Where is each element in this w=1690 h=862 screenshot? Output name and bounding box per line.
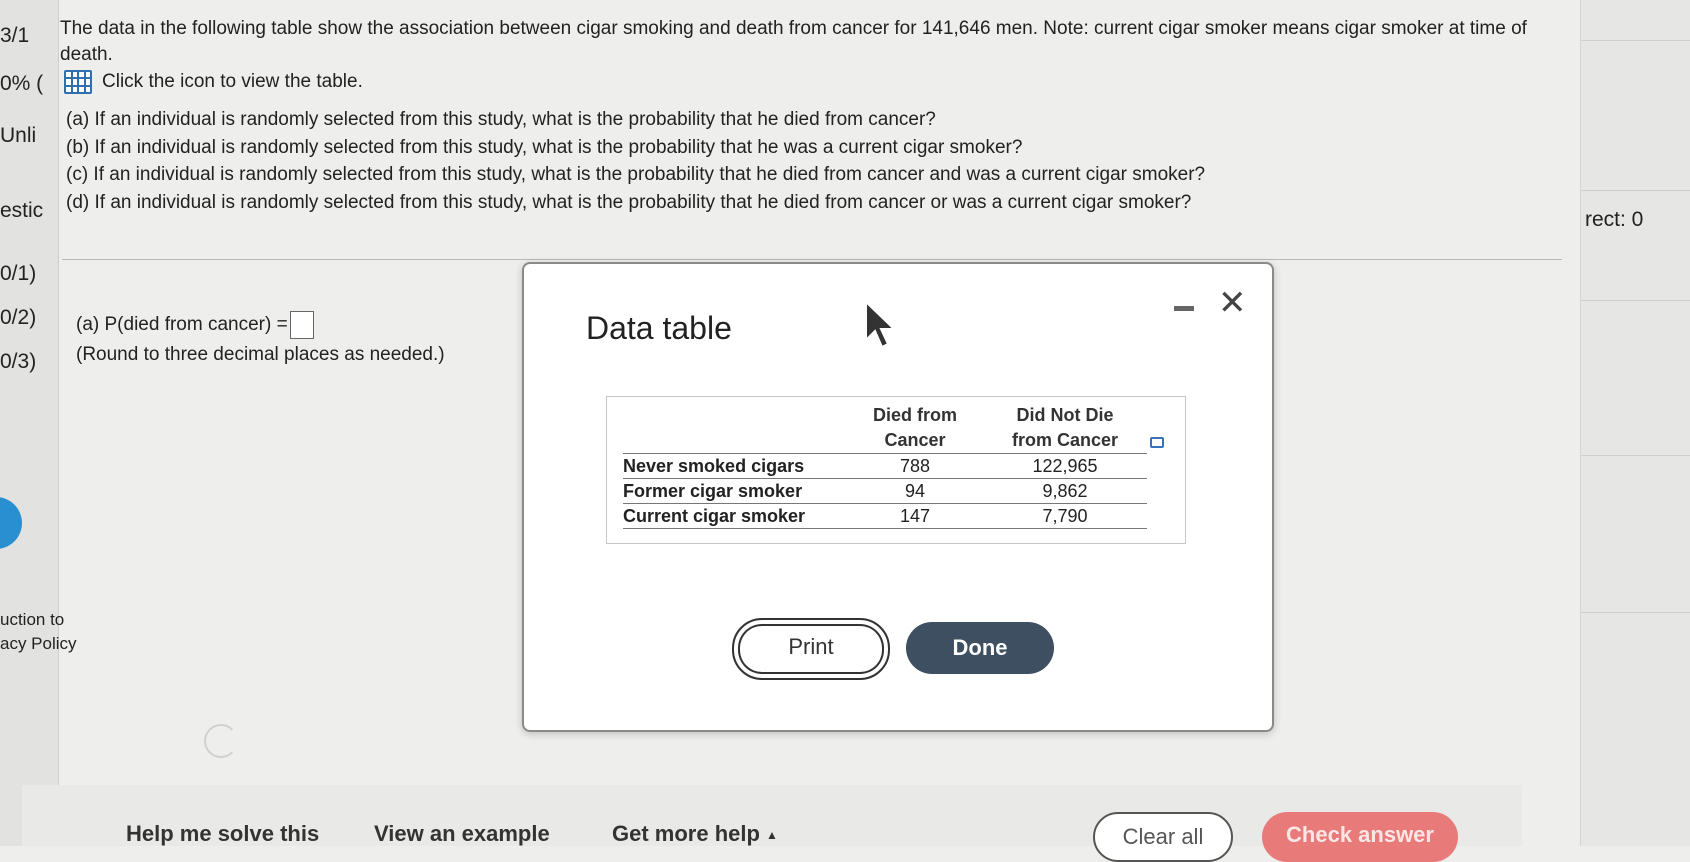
table-cell: 9,862 <box>983 478 1147 504</box>
column-header-line: Died from <box>872 405 957 425</box>
table-cell: 94 <box>847 478 983 504</box>
table-row: Never smoked cigars 788 122,965 <box>623 453 1147 479</box>
question-a: (a) If an individual is randomly selecte… <box>66 109 936 130</box>
row-label: Former cigar smoker <box>623 478 847 504</box>
question-c: (c) If an individual is randomly selecte… <box>66 164 1206 185</box>
nav-dot-button[interactable] <box>0 497 22 549</box>
question-list: (a) If an individual is randomly selecte… <box>66 106 1205 216</box>
part-score-1[interactable]: 0/1) <box>0 262 36 286</box>
table-cell: 7,790 <box>983 503 1147 529</box>
answer-area: (a) P(died from cancer) = (Round to thre… <box>76 310 445 370</box>
table-row: Former cigar smoker 94 9,862 <box>623 478 1147 504</box>
problem-intro: The data in the following table show the… <box>60 18 1527 65</box>
table-grid-icon[interactable] <box>64 70 92 94</box>
loading-spinner-icon <box>204 724 238 758</box>
dialog-title: Data table <box>586 310 732 346</box>
column-header-line: Did Not Die <box>1016 405 1114 425</box>
table-link-text: Click the icon to view the table. <box>102 71 363 92</box>
table-cell: 788 <box>847 453 983 479</box>
question-d: (d) If an individual is randomly selecte… <box>66 191 1192 213</box>
view-example-button[interactable]: View an example <box>374 821 550 847</box>
get-more-help-button[interactable]: Get more help ▲ <box>612 821 778 847</box>
attempts-fragment: Unli <box>0 124 37 147</box>
answer-input[interactable] <box>289 310 314 339</box>
instruction-link-fragment[interactable]: uction to <box>0 610 64 630</box>
answer-label: (a) P(died from cancer) = <box>76 314 288 335</box>
table-cell: 122,965 <box>983 453 1147 479</box>
mouse-pointer-icon <box>865 300 897 349</box>
column-header-line: Cancer <box>884 430 946 450</box>
table-header-row: Died from Cancer Did Not Die from Cancer <box>623 403 1147 454</box>
rounding-note: (Round to three decimal places as needed… <box>76 344 445 365</box>
data-table-frame: Died from Cancer Did Not Die from Cancer… <box>606 396 1186 544</box>
print-button[interactable]: Print <box>732 618 890 680</box>
correct-count-fragment: rect: 0 <box>1585 208 1644 231</box>
row-header-blank <box>623 403 847 454</box>
column-header-line: from Cancer <box>1011 430 1119 450</box>
clear-all-button[interactable]: Clear all <box>1093 812 1233 862</box>
divider <box>1581 455 1690 456</box>
score-fragment: 3/1 <box>0 24 30 47</box>
part-score-2[interactable]: 0/2) <box>0 306 36 330</box>
table-row: Current cigar smoker 147 7,790 <box>623 503 1147 529</box>
data-table-dialog: Data table ✕ Died from Cancer Did Not Di… <box>522 262 1274 732</box>
row-label: Never smoked cigars <box>623 453 847 479</box>
caret-up-icon: ▲ <box>766 828 778 843</box>
left-sidebar: 3/1 0% ( Unli estic 0/1) 0/2) 0/3) uctio… <box>0 0 77 846</box>
question-b: (b) If an individual is randomly selecte… <box>66 136 1023 158</box>
divider <box>1581 612 1690 613</box>
divider <box>1581 40 1690 41</box>
question-label-fragment: estic <box>0 199 44 222</box>
copy-to-clipboard-icon[interactable] <box>1150 437 1164 448</box>
data-table: Died from Cancer Did Not Die from Cancer… <box>623 403 1147 529</box>
divider <box>1581 300 1690 301</box>
table-link-row: Click the icon to view the table. <box>64 70 363 94</box>
right-sidebar: rect: 0 <box>1580 0 1690 846</box>
close-icon[interactable]: ✕ <box>1218 286 1247 320</box>
get-more-help-label: Get more help <box>612 821 760 846</box>
percent-fragment: 0% ( <box>0 72 44 95</box>
done-button[interactable]: Done <box>906 622 1054 674</box>
divider <box>1581 190 1690 191</box>
minimize-icon[interactable] <box>1174 306 1194 311</box>
row-label: Current cigar smoker <box>623 503 847 529</box>
section-divider <box>62 259 1562 260</box>
check-answer-button[interactable]: Check answer <box>1262 812 1458 862</box>
column-header-not-died: Did Not Die from Cancer <box>983 403 1147 454</box>
part-score-3[interactable]: 0/3) <box>0 350 36 374</box>
table-cell: 147 <box>847 503 983 529</box>
column-header-died: Died from Cancer <box>847 403 983 454</box>
help-me-solve-button[interactable]: Help me solve this <box>126 821 319 847</box>
